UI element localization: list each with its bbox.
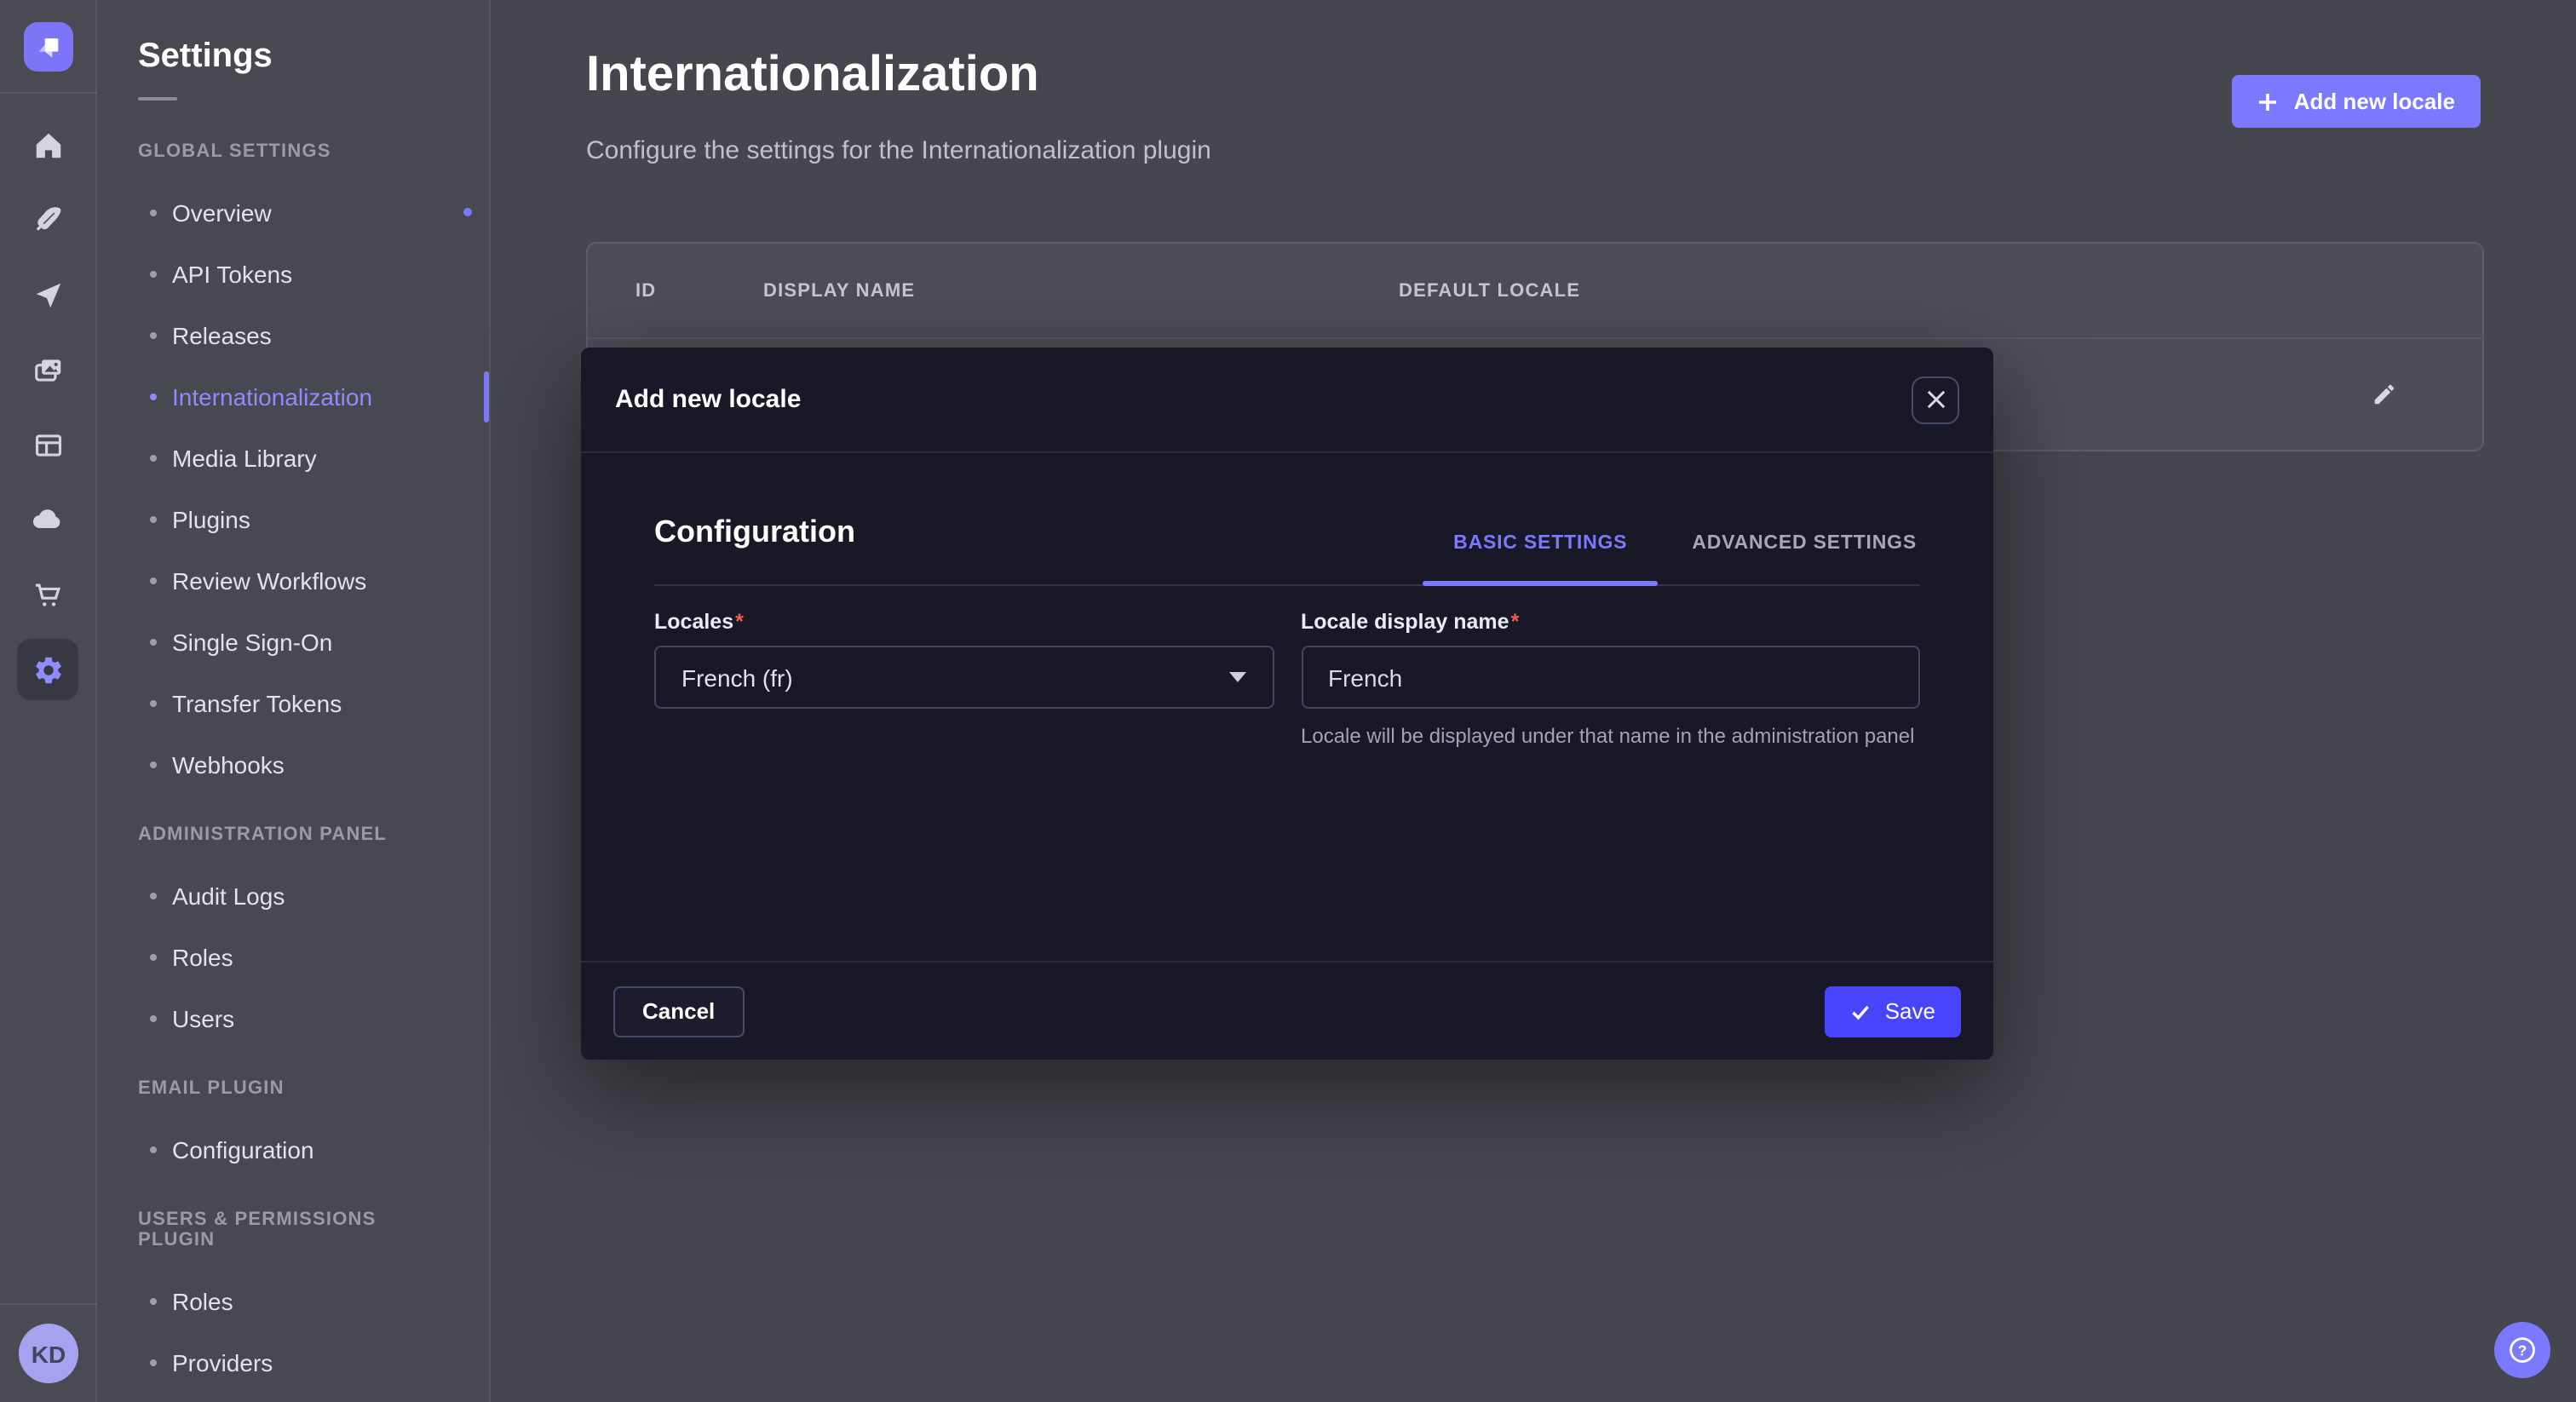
display-name-label: Locale display name <box>1301 610 1509 634</box>
bullet-icon <box>150 394 157 400</box>
page-subtitle: Configure the settings for the Internati… <box>586 136 1211 165</box>
tab-advanced-settings[interactable]: ADVANCED SETTINGS <box>1688 533 1920 584</box>
sidebar-item-review-workflows[interactable]: Review Workflows <box>97 550 489 612</box>
bullet-icon <box>150 1359 157 1366</box>
svg-text:?: ? <box>2518 1342 2527 1359</box>
layout-icon[interactable] <box>17 414 78 475</box>
section-administration-panel: ADMINISTRATION PANEL <box>138 825 448 845</box>
column-id: ID <box>635 280 763 301</box>
sidebar-item-releases[interactable]: Releases <box>97 305 489 366</box>
bullet-icon <box>150 577 157 584</box>
add-new-locale-button[interactable]: Add new locale <box>2233 75 2481 128</box>
sidebar-item-audit-logs[interactable]: Audit Logs <box>97 865 489 927</box>
column-display-name: DISPLAY NAME <box>763 280 1399 301</box>
locales-select[interactable]: French (fr) <box>654 646 1274 709</box>
question-icon: ? <box>2506 1334 2539 1366</box>
plus-icon <box>2258 91 2279 112</box>
display-name-input[interactable] <box>1301 646 1920 709</box>
bullet-icon <box>150 271 157 278</box>
sidebar-item-webhooks[interactable]: Webhooks <box>97 734 489 796</box>
cancel-button[interactable]: Cancel <box>613 985 744 1037</box>
rail-divider-bottom <box>0 1303 97 1305</box>
check-icon <box>1851 1001 1872 1021</box>
bullet-icon <box>150 954 157 961</box>
bullet-icon <box>150 516 157 523</box>
sidebar-item-overview[interactable]: Overview <box>97 182 489 244</box>
tab-basic-settings[interactable]: BASIC SETTINGS <box>1450 533 1630 584</box>
display-name-hint: Locale will be displayed under that name… <box>1301 722 1920 750</box>
rail-divider <box>0 92 96 94</box>
notification-dot <box>463 208 472 216</box>
modal-title: Add new locale <box>615 385 801 414</box>
strapi-logo-icon[interactable] <box>23 22 72 72</box>
sidebar-item-media-library[interactable]: Media Library <box>97 428 489 489</box>
save-button[interactable]: Save <box>1826 985 1961 1037</box>
section-email-plugin: EMAIL PLUGIN <box>138 1078 448 1099</box>
modal-header: Add new locale <box>581 348 1993 453</box>
chevron-down-icon <box>1228 671 1246 683</box>
sidebar-item-up-roles[interactable]: Roles <box>97 1271 489 1332</box>
sidebar-item-admin-roles[interactable]: Roles <box>97 927 489 988</box>
help-button[interactable]: ? <box>2494 1322 2550 1378</box>
close-icon[interactable] <box>1912 376 1959 423</box>
bullet-icon <box>150 639 157 646</box>
sidebar-item-transfer-tokens[interactable]: Transfer Tokens <box>97 673 489 734</box>
avatar[interactable]: KD <box>19 1324 78 1383</box>
section-global-settings: GLOBAL SETTINGS <box>138 141 448 162</box>
cloud-icon[interactable] <box>17 489 78 550</box>
bullet-icon <box>150 761 157 768</box>
locales-field: Locales* French (fr) <box>654 610 1274 750</box>
sidebar-item-single-sign-on[interactable]: Single Sign-On <box>97 612 489 673</box>
bullet-icon <box>150 1146 157 1153</box>
display-name-field: Locale display name* Locale will be disp… <box>1301 610 1920 750</box>
bullet-icon <box>150 210 157 216</box>
settings-sidebar: Settings GLOBAL SETTINGS Overview API To… <box>97 0 491 1402</box>
bullet-icon <box>150 1298 157 1305</box>
sidebar-item-users[interactable]: Users <box>97 988 489 1049</box>
settings-tabs: BASIC SETTINGS ADVANCED SETTINGS <box>1450 533 1920 584</box>
icon-rail: KD <box>0 0 97 1402</box>
sidebar-title: Settings <box>97 0 489 77</box>
table-header-row: ID DISPLAY NAME DEFAULT LOCALE <box>588 244 2482 339</box>
modal-footer: Cancel Save <box>581 961 1993 1060</box>
bullet-icon <box>150 700 157 707</box>
column-default-locale: DEFAULT LOCALE <box>1399 280 1580 301</box>
sidebar-title-divider <box>138 97 177 101</box>
section-users-permissions-plugin: USERS & PERMISSIONS PLUGIN <box>138 1210 448 1250</box>
sidebar-item-providers[interactable]: Providers <box>97 1332 489 1393</box>
home-icon[interactable] <box>17 114 78 175</box>
sidebar-item-api-tokens[interactable]: API Tokens <box>97 244 489 305</box>
required-asterisk: * <box>735 610 744 634</box>
locales-label: Locales <box>654 610 733 634</box>
paper-plane-icon[interactable] <box>17 264 78 325</box>
gear-icon[interactable] <box>17 639 78 700</box>
modal-section-title: Configuration <box>654 514 855 584</box>
sidebar-item-plugins[interactable]: Plugins <box>97 489 489 550</box>
bullet-icon <box>150 893 157 899</box>
sidebar-item-email-configuration[interactable]: Configuration <box>97 1119 489 1181</box>
cart-icon[interactable] <box>17 564 78 625</box>
bullet-icon <box>150 332 157 339</box>
edit-pencil-icon[interactable] <box>2363 374 2404 415</box>
add-locale-modal: Add new locale Configuration BASIC SETTI… <box>581 348 1993 1060</box>
page-title: Internationalization <box>586 48 1039 104</box>
required-asterisk: * <box>1511 610 1520 634</box>
feather-icon[interactable] <box>17 189 78 250</box>
media-library-icon[interactable] <box>17 339 78 400</box>
bullet-icon <box>150 1015 157 1022</box>
sidebar-item-internationalization[interactable]: Internationalization <box>97 366 489 428</box>
bullet-icon <box>150 455 157 462</box>
app-root: KD Settings GLOBAL SETTINGS Overview API… <box>0 0 2576 1402</box>
